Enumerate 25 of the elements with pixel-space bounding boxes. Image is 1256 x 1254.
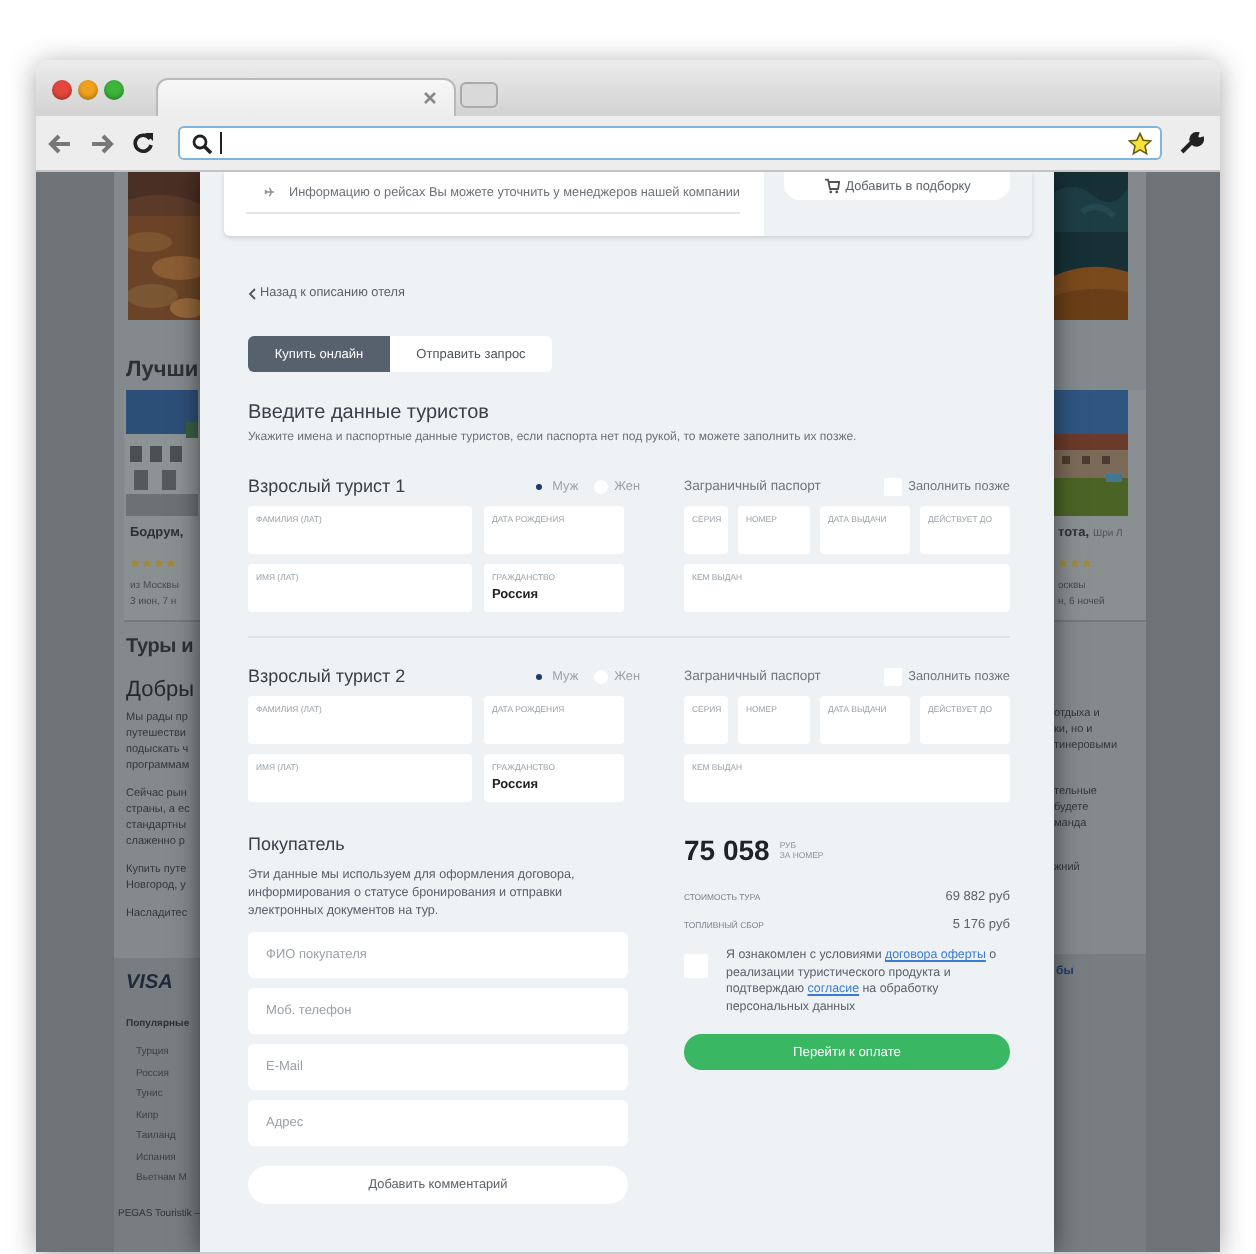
price-amount: 75 058 xyxy=(684,832,770,868)
section-subtitle: Добры xyxy=(126,676,197,704)
wrench-icon[interactable] xyxy=(1180,131,1204,155)
tourist-title: Взрослый турист 1 xyxy=(248,474,406,498)
back-arrow-icon[interactable] xyxy=(48,133,72,153)
reload-icon[interactable] xyxy=(132,132,154,154)
browser-tab[interactable] xyxy=(156,78,456,116)
search-icon xyxy=(192,133,212,153)
address-field[interactable] xyxy=(178,126,1162,160)
tourist-title: Взрослый турист 2 xyxy=(248,664,406,688)
minimize-button[interactable] xyxy=(78,80,98,100)
star-icon[interactable] xyxy=(1128,131,1152,155)
chevron-icon xyxy=(248,288,256,300)
buyer-title: Покупатель xyxy=(248,832,347,856)
new-tab-button[interactable] xyxy=(460,82,498,108)
maximize-button[interactable] xyxy=(104,80,124,100)
plane-icon xyxy=(264,184,275,200)
close-icon[interactable] xyxy=(424,92,436,104)
cart-icon xyxy=(823,178,840,194)
section-title: Введите данные туристов xyxy=(248,402,491,426)
section-heading: Лучши xyxy=(126,358,200,382)
section-title: Туры и xyxy=(126,634,196,660)
forward-arrow-icon[interactable] xyxy=(90,133,114,153)
close-button[interactable] xyxy=(52,80,72,100)
visa-logo: VISA xyxy=(126,974,175,994)
